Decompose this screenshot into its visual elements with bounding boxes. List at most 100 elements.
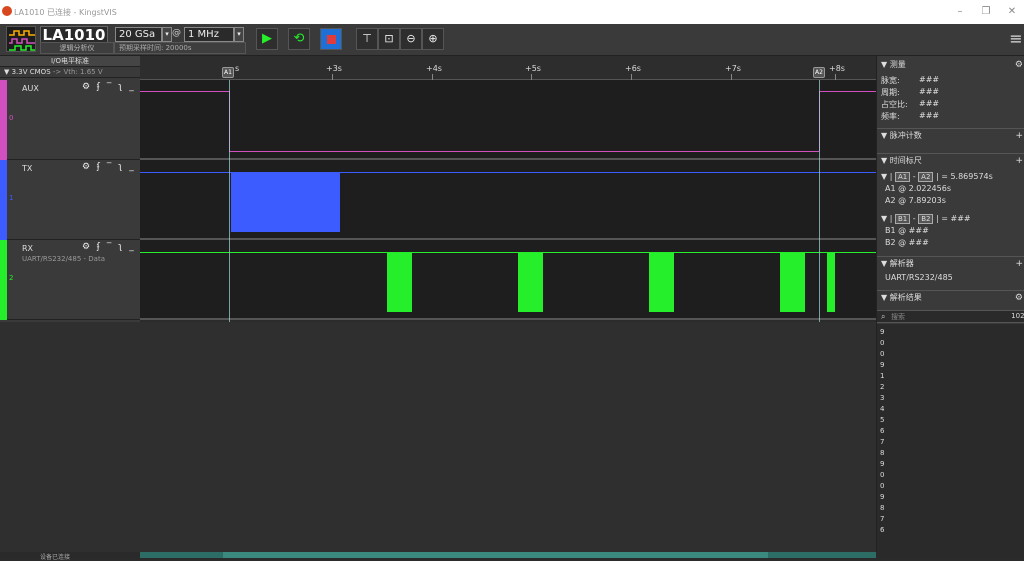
result-row[interactable]: 9: [880, 460, 884, 468]
close-button[interactable]: ✕: [1002, 4, 1022, 20]
result-row[interactable]: 8: [880, 504, 884, 512]
channel-trigger-icons[interactable]: ⚙ ʄ ‾ ʅ _: [82, 162, 136, 172]
cursor-a1-line[interactable]: [229, 80, 230, 322]
add-time-ruler-icon[interactable]: +: [1015, 154, 1023, 168]
aux-low-line: [229, 151, 819, 152]
minimize-button[interactable]: –: [950, 4, 970, 20]
result-row[interactable]: 7: [880, 515, 884, 523]
channel-number: 1: [9, 194, 14, 202]
channel-row-tx[interactable]: 1 TX ⚙ ʄ ‾ ʅ _: [0, 160, 140, 240]
scrollbar-thumb[interactable]: [223, 552, 768, 558]
result-row[interactable]: 9: [880, 493, 884, 501]
result-row[interactable]: 9: [880, 328, 884, 336]
cursor-a2-flag[interactable]: A2: [813, 67, 825, 78]
analyzer-section-header[interactable]: ▼ 解析器 +: [877, 256, 1024, 270]
time-axis[interactable]: +3s +4s +5s +6s +7s +8s A1 s A2: [140, 56, 876, 80]
b1-position: B1 @ ###: [885, 226, 929, 235]
zoom-fit-icon[interactable]: ⊡: [378, 28, 400, 50]
result-row[interactable]: 6: [880, 526, 884, 534]
analyzer-item[interactable]: UART/RS232/485: [885, 273, 953, 282]
result-row[interactable]: 5: [880, 416, 884, 424]
results-search[interactable]: ⌕ 搜索 1024: [877, 310, 1024, 323]
result-row[interactable]: 3: [880, 394, 884, 402]
app-icon: [2, 6, 12, 16]
time-ruler-title: ▼ 时间标尺: [881, 156, 922, 165]
rx-pulse: [518, 252, 544, 312]
zoom-in-icon[interactable]: ⊕: [422, 28, 444, 50]
trigger-T-icon[interactable]: ⊤: [356, 28, 378, 50]
estimated-sample-time: 预期采样时间: 20000s: [114, 42, 246, 54]
search-input[interactable]: 搜索: [891, 312, 905, 322]
sample-depth-dropdown-icon[interactable]: ▾: [162, 27, 172, 42]
aux-high-line: [140, 91, 229, 92]
tick-label: +7s: [725, 64, 741, 73]
channel-trigger-icons[interactable]: ⚙ ʄ ‾ ʅ _: [82, 242, 136, 252]
channel-name[interactable]: TX: [22, 164, 32, 173]
add-pulse-count-icon[interactable]: +: [1015, 129, 1023, 143]
result-row[interactable]: 0: [880, 339, 884, 347]
ruler-b-row[interactable]: ▼ | B1 - B2 | = ###: [881, 214, 971, 224]
result-row[interactable]: 1: [880, 372, 884, 380]
horizontal-scrollbar[interactable]: [140, 552, 876, 558]
channel-name[interactable]: AUX: [22, 84, 39, 93]
sample-rate-dropdown-icon[interactable]: ▾: [234, 27, 244, 42]
io-level-header: I/O电平标准: [0, 56, 140, 67]
sample-depth-select[interactable]: 20 GSa: [115, 27, 162, 42]
io-level-value: ▼ 3.3V CMOS: [4, 68, 51, 76]
io-level-select[interactable]: ▼ 3.3V CMOS -> Vth: 1.65 V: [0, 67, 140, 78]
channel-row-rx[interactable]: 2 RX UART/RS232/485 - Data ⚙ ʄ ‾ ʅ _: [0, 240, 140, 320]
window-titlebar: LA1010 已连接 - KingstVIS – ❐ ✕: [0, 0, 1024, 24]
ruler-a-row[interactable]: ▼ | A1 - A2 | = 5.869574s: [881, 172, 993, 182]
hamburger-menu-icon[interactable]: ≡: [1008, 30, 1024, 48]
cursor-a2-line[interactable]: [819, 80, 820, 322]
measure-row-width: 脉宽: ###: [881, 75, 940, 85]
channel-name[interactable]: RX: [22, 244, 33, 253]
waveform-rx[interactable]: [140, 240, 876, 320]
a2-box[interactable]: A2: [918, 172, 934, 182]
measure-section-header[interactable]: ▼ 测量 ⚙: [877, 58, 1024, 72]
start-single-play-icon[interactable]: ▶: [256, 28, 278, 50]
restore-button[interactable]: ❐: [976, 4, 996, 20]
result-row[interactable]: 0: [880, 471, 884, 479]
waveform-aux[interactable]: [140, 80, 876, 160]
cursor-a1-flag[interactable]: A1: [222, 67, 234, 78]
tick-label: +6s: [625, 64, 641, 73]
result-row[interactable]: 4: [880, 405, 884, 413]
zoom-out-icon[interactable]: ⊖: [400, 28, 422, 50]
results-count: 1024: [1011, 312, 1024, 320]
result-row[interactable]: 9: [880, 361, 884, 369]
device-logo-icon: [6, 26, 36, 52]
result-row[interactable]: 8: [880, 449, 884, 457]
channel-trigger-icons[interactable]: ⚙ ʄ ‾ ʅ _: [82, 82, 136, 92]
time-ruler-section-header[interactable]: ▼ 时间标尺 +: [877, 153, 1024, 167]
add-analyzer-icon[interactable]: +: [1015, 257, 1023, 271]
rx-pulse: [826, 252, 835, 312]
b1-box[interactable]: B1: [894, 214, 911, 224]
b2-box[interactable]: B2: [918, 214, 934, 224]
measure-row-freq: 频率: ###: [881, 111, 940, 121]
result-row[interactable]: 6: [880, 427, 884, 435]
footer-tab[interactable]: 设备已连接: [40, 552, 70, 561]
results-list[interactable]: 9 0 0 9 1 2 3 4 5 6 7 8 9 0 0 9 8 7 6: [877, 324, 1024, 558]
start-continuous-loop-icon[interactable]: ⟲: [288, 28, 310, 50]
tick-label: +4s: [426, 64, 442, 73]
search-icon: ⌕: [881, 312, 886, 321]
pulse-count-title: ▼ 脉冲计数: [881, 131, 922, 140]
a1-box[interactable]: A1: [894, 172, 911, 182]
result-row[interactable]: 0: [880, 482, 884, 490]
result-row[interactable]: 2: [880, 383, 884, 391]
result-row[interactable]: 7: [880, 438, 884, 446]
pulse-count-section-header[interactable]: ▼ 脉冲计数 +: [877, 128, 1024, 142]
sample-rate-select[interactable]: 1 MHz: [184, 27, 234, 42]
waveform-tx[interactable]: [140, 160, 876, 240]
channel-color-bar: [0, 160, 7, 240]
tx-pulse: [231, 172, 341, 232]
channel-decoder-label: UART/RS232/485 - Data: [22, 255, 105, 263]
at-symbol: @: [172, 28, 181, 38]
stop-button[interactable]: [320, 28, 342, 50]
measure-settings-gear-icon[interactable]: ⚙: [1015, 58, 1023, 72]
results-section-header[interactable]: ▼ 解析结果 ⚙: [877, 290, 1024, 304]
result-row[interactable]: 0: [880, 350, 884, 358]
results-settings-gear-icon[interactable]: ⚙: [1015, 291, 1023, 305]
channel-row-aux[interactable]: 0 AUX ⚙ ʄ ‾ ʅ _: [0, 80, 140, 160]
